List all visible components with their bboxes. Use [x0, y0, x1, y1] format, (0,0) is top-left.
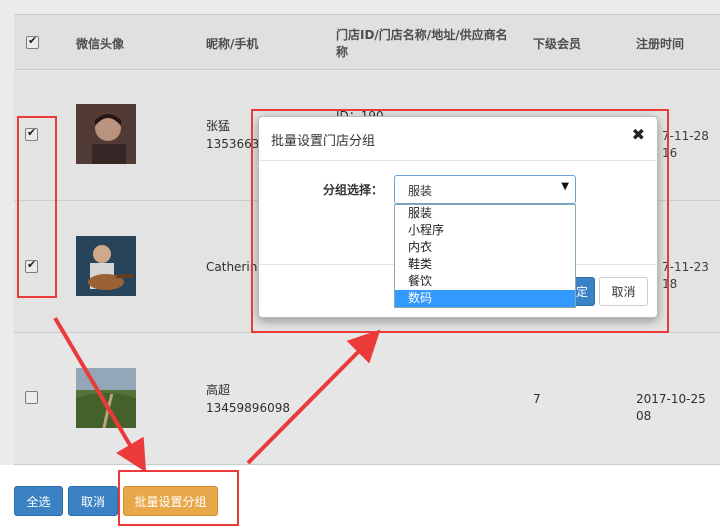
annotation-box-batch-button — [118, 470, 239, 526]
dropdown-option-selected[interactable]: 数码 — [395, 290, 575, 307]
dropdown-option[interactable]: 餐饮 — [395, 273, 575, 290]
group-dropdown[interactable]: 服装 小程序 内衣 鞋类 餐饮 数码 — [394, 204, 576, 308]
dropdown-option[interactable]: 内衣 — [395, 239, 575, 256]
cancel-button[interactable]: 取消 — [68, 486, 118, 516]
dropdown-option[interactable]: 鞋类 — [395, 256, 575, 273]
dropdown-option[interactable]: 小程序 — [395, 222, 575, 239]
select-all-button[interactable]: 全选 — [14, 486, 63, 516]
dropdown-option[interactable]: 服装 — [395, 205, 575, 222]
annotation-box-checkboxes — [17, 116, 57, 298]
